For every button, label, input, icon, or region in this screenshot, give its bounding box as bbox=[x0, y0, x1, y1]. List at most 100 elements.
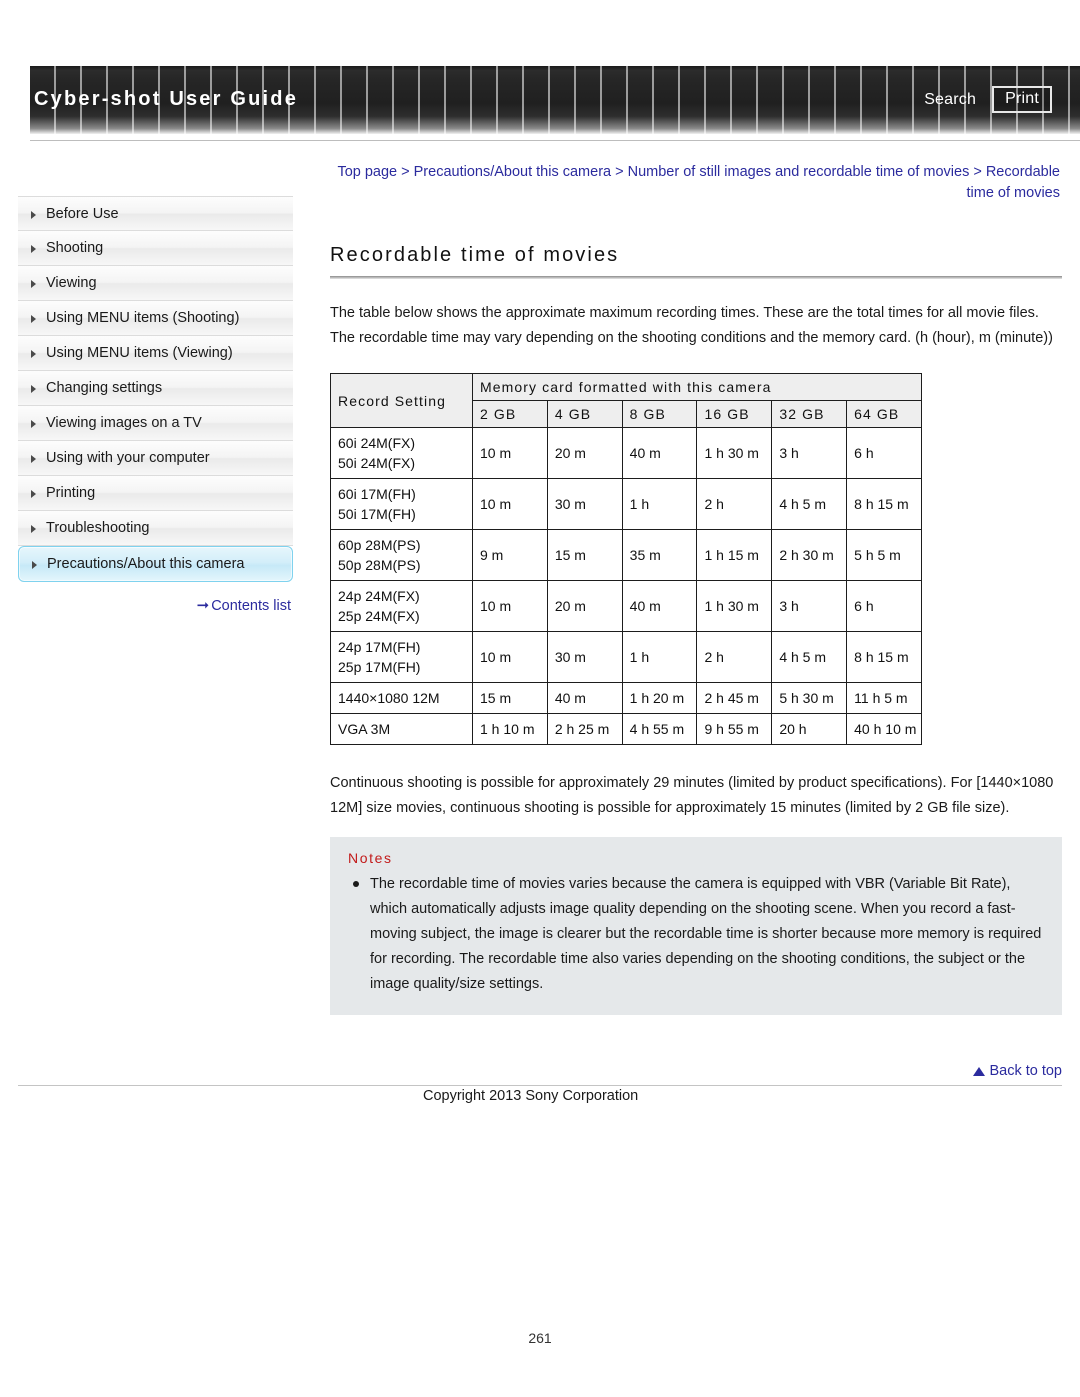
cell-value: 1 h 10 m bbox=[472, 713, 548, 745]
cell-record-setting: 60i 17M(FH) 50i 17M(FH) bbox=[330, 478, 473, 530]
page-title: Recordable time of movies bbox=[330, 244, 620, 266]
header-record-setting: Record Setting bbox=[330, 373, 473, 428]
sidebar-item-label: Printing bbox=[46, 485, 96, 501]
triangle-right-icon bbox=[31, 490, 36, 498]
note-text: The recordable time of movies varies bec… bbox=[370, 876, 1042, 992]
right-arrow-icon: ➞ bbox=[196, 597, 210, 614]
cell-value: 3 h bbox=[771, 580, 848, 632]
cell-value: 5 h 5 m bbox=[846, 529, 922, 581]
back-to-top-link[interactable]: Back to top bbox=[330, 1063, 1062, 1079]
sidebar-item-using-menu-items-viewing[interactable]: Using MENU items (Viewing) bbox=[18, 336, 293, 371]
setting-line: 24p 24M(FX) bbox=[338, 588, 420, 604]
cell-value: 2 h 25 m bbox=[546, 713, 623, 745]
triangle-right-icon bbox=[32, 561, 37, 569]
sidebar-item-viewing[interactable]: Viewing bbox=[18, 266, 293, 301]
cell-value: 4 h 55 m bbox=[621, 713, 698, 745]
sidebar-item-label: Before Use bbox=[46, 206, 119, 222]
footer-divider bbox=[18, 1085, 1062, 1086]
sidebar-item-precautions-about-this-camera[interactable]: Precautions/About this camera bbox=[18, 546, 293, 582]
list-item: The recordable time of movies varies bec… bbox=[348, 872, 1044, 997]
cell-value: 2 h bbox=[696, 631, 773, 683]
cell-value: 30 m bbox=[546, 478, 623, 530]
cell-value: 10 m bbox=[472, 631, 548, 683]
back-to-top-label: Back to top bbox=[989, 1063, 1062, 1079]
contents-list-link[interactable]: ➞ Contents list bbox=[18, 596, 293, 614]
cell-value: 20 h bbox=[771, 713, 848, 745]
cell-value: 1 h bbox=[621, 631, 698, 683]
header-capacity-2gb: 2 GB bbox=[472, 400, 548, 428]
sidebar-item-printing[interactable]: Printing bbox=[18, 476, 293, 511]
sidebar-item-shooting[interactable]: Shooting bbox=[18, 231, 293, 266]
header-capacity-32gb: 32 GB bbox=[771, 400, 848, 428]
cell-value: 40 m bbox=[621, 580, 698, 632]
breadcrumb[interactable]: Top page > Precautions/About this camera… bbox=[330, 162, 1060, 204]
notes-box: Notes The recordable time of movies vari… bbox=[330, 837, 1062, 1015]
app-title: Cyber-shot User Guide bbox=[34, 88, 299, 110]
cell-value: 1 h 30 m bbox=[696, 580, 773, 632]
cell-value: 9 m bbox=[472, 529, 548, 581]
sidebar-item-troubleshooting[interactable]: Troubleshooting bbox=[18, 511, 293, 546]
table-head: Record Setting Memory card formatted wit… bbox=[330, 373, 922, 428]
setting-line: 25p 24M(FX) bbox=[338, 608, 420, 624]
cell-value: 15 m bbox=[472, 682, 548, 714]
cell-value: 2 h 30 m bbox=[771, 529, 848, 581]
setting-line: 60p 28M(PS) bbox=[338, 537, 421, 553]
setting-line: 50i 17M(FH) bbox=[338, 506, 416, 522]
setting-line: 25p 17M(FH) bbox=[338, 659, 421, 675]
cell-value: 2 h 45 m bbox=[696, 682, 773, 714]
cell-value: 40 h 10 m bbox=[846, 713, 922, 745]
triangle-right-icon bbox=[31, 525, 36, 533]
cell-value: 30 m bbox=[546, 631, 623, 683]
triangle-right-icon bbox=[31, 455, 36, 463]
table-body: 60i 24M(FX) 50i 24M(FX) 10 m 20 m 40 m 1… bbox=[330, 427, 922, 745]
header-memory-card-group: Memory card formatted with this camera bbox=[472, 373, 922, 401]
cell-value: 10 m bbox=[472, 580, 548, 632]
sidebar-item-using-with-your-computer[interactable]: Using with your computer bbox=[18, 441, 293, 476]
cell-value: 11 h 5 m bbox=[846, 682, 922, 714]
triangle-right-icon bbox=[31, 350, 36, 358]
cell-record-setting: VGA 3M bbox=[330, 713, 473, 745]
after-table-paragraph: Continuous shooting is possible for appr… bbox=[330, 775, 1054, 816]
sidebar-item-label: Viewing images on a TV bbox=[46, 415, 202, 431]
cell-value: 40 m bbox=[621, 427, 698, 479]
cell-value: 40 m bbox=[546, 682, 623, 714]
triangle-right-icon bbox=[31, 385, 36, 393]
up-triangle-icon bbox=[973, 1067, 986, 1076]
bullet-icon bbox=[353, 881, 359, 887]
app-header-banner: Cyber-shot User Guide Search Print bbox=[30, 66, 1080, 134]
copyright-text: Copyright 2013 Sony Corporation bbox=[423, 1088, 639, 1104]
sidebar-item-viewing-images-on-a-tv[interactable]: Viewing images on a TV bbox=[18, 406, 293, 441]
sidebar-item-before-use[interactable]: Before Use bbox=[18, 196, 293, 231]
print-button[interactable]: Print bbox=[992, 86, 1052, 113]
sidebar-item-using-menu-items-shooting[interactable]: Using MENU items (Shooting) bbox=[18, 301, 293, 336]
sidebar-nav: Before Use Shooting Viewing Using MENU i… bbox=[18, 196, 293, 614]
cell-value: 3 h bbox=[771, 427, 848, 479]
cell-record-setting: 1440×1080 12M bbox=[330, 682, 473, 714]
sidebar-item-label: Precautions/About this camera bbox=[47, 556, 245, 572]
recordable-time-table: Record Setting Memory card formatted wit… bbox=[330, 373, 922, 745]
cell-value: 8 h 15 m bbox=[846, 631, 922, 683]
cell-record-setting: 24p 17M(FH) 25p 17M(FH) bbox=[330, 631, 473, 683]
table-row: VGA 3M 1 h 10 m 2 h 25 m 4 h 55 m 9 h 55… bbox=[330, 713, 922, 745]
cell-value: 1 h bbox=[621, 478, 698, 530]
table-header-row-group: Record Setting Memory card formatted wit… bbox=[330, 373, 922, 428]
cell-value: 2 h bbox=[696, 478, 773, 530]
header-capacity-64gb: 64 GB bbox=[846, 400, 922, 428]
table-row: 1440×1080 12M 15 m 40 m 1 h 20 m 2 h 45 … bbox=[330, 682, 922, 714]
notes-list: The recordable time of movies varies bec… bbox=[348, 872, 1044, 997]
header-divider bbox=[30, 140, 1080, 141]
cell-value: 6 h bbox=[846, 580, 922, 632]
sidebar-item-label: Troubleshooting bbox=[46, 520, 150, 536]
table-row: 60i 24M(FX) 50i 24M(FX) 10 m 20 m 40 m 1… bbox=[330, 427, 922, 479]
header-actions: Search Print bbox=[924, 86, 1052, 113]
table-row: 24p 24M(FX) 25p 24M(FX) 10 m 20 m 40 m 1… bbox=[330, 580, 922, 632]
sidebar-item-changing-settings[interactable]: Changing settings bbox=[18, 371, 293, 406]
sidebar-item-label: Using MENU items (Shooting) bbox=[46, 310, 240, 326]
header-capacity-4gb: 4 GB bbox=[546, 400, 623, 428]
search-button[interactable]: Search bbox=[924, 91, 976, 109]
cell-value: 20 m bbox=[546, 427, 623, 479]
page-number: 261 bbox=[528, 1330, 552, 1346]
header-capacity-8gb: 8 GB bbox=[621, 400, 698, 428]
notes-title: Notes bbox=[348, 850, 393, 866]
cell-value: 15 m bbox=[546, 529, 623, 581]
